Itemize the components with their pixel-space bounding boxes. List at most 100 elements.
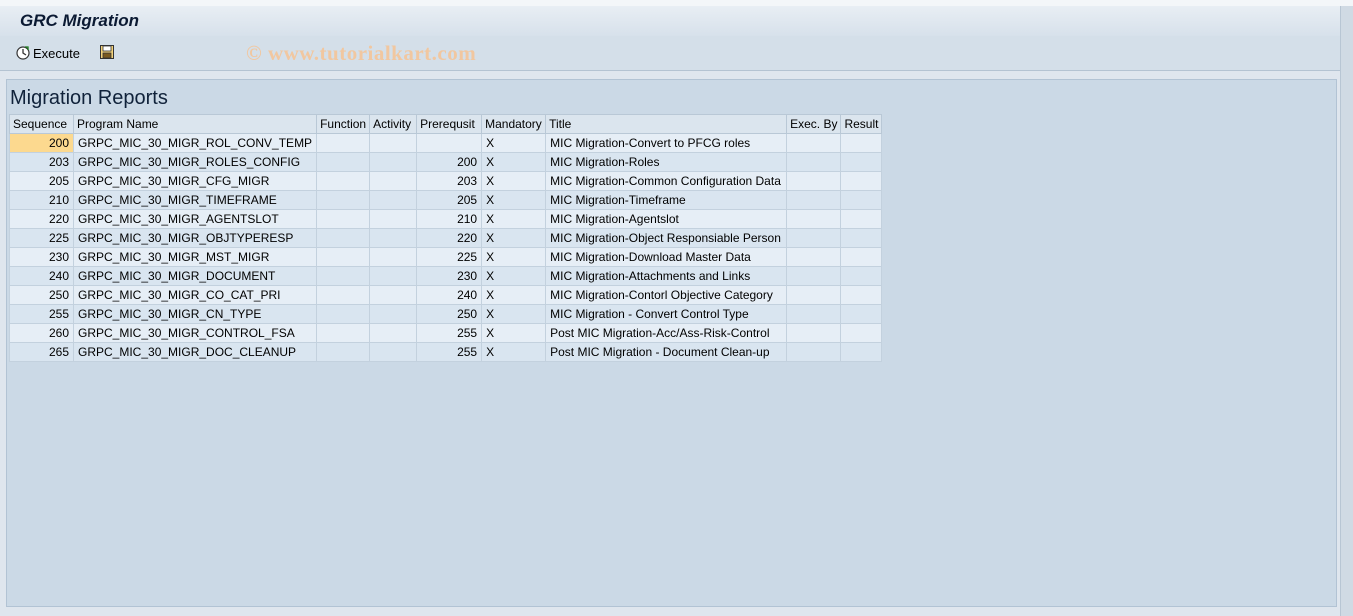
cell-prerequisite[interactable]: 240 [416, 285, 483, 305]
cell-result[interactable] [840, 190, 883, 210]
cell-title[interactable]: MIC Migration-Object Responsiable Person [545, 228, 788, 248]
cell-program-name[interactable]: GRPC_MIC_30_MIGR_CO_CAT_PRI [72, 285, 318, 305]
cell-sequence[interactable]: 260 [9, 323, 74, 343]
vertical-scrollbar[interactable] [1340, 6, 1353, 616]
cell-activity[interactable] [369, 323, 418, 343]
cell-sequence[interactable]: 220 [9, 209, 74, 229]
cell-result[interactable] [840, 152, 883, 172]
cell-mandatory[interactable]: X [481, 133, 547, 153]
cell-title[interactable]: MIC Migration-Download Master Data [545, 247, 788, 267]
cell-exec-by[interactable] [786, 323, 842, 343]
cell-prerequisite[interactable]: 250 [416, 304, 483, 324]
save-as-variant-button[interactable] [99, 44, 115, 60]
cell-sequence[interactable]: 200 [9, 133, 74, 153]
execute-button[interactable]: Execute [16, 44, 80, 62]
cell-activity[interactable] [369, 133, 418, 153]
cell-exec-by[interactable] [786, 228, 842, 248]
cell-exec-by[interactable] [786, 285, 842, 305]
table-row[interactable]: 225 GRPC_MIC_30_MIGR_OBJTYPERESP 220 X MIC M… [9, 228, 883, 248]
cell-function[interactable] [316, 304, 371, 324]
table-row[interactable]: 265 GRPC_MIC_30_MIGR_DOC_CLEANUP 255 X Post … [9, 342, 883, 362]
cell-result[interactable] [840, 323, 883, 343]
table-row[interactable]: 230 GRPC_MIC_30_MIGR_MST_MIGR 225 X MIC Migr… [9, 247, 883, 267]
cell-exec-by[interactable] [786, 190, 842, 210]
column-header-mandatory[interactable]: Mandatory [481, 114, 547, 134]
cell-exec-by[interactable] [786, 304, 842, 324]
cell-program-name[interactable]: GRPC_MIC_30_MIGR_TIMEFRAME [72, 190, 318, 210]
cell-result[interactable] [840, 342, 883, 362]
table-row[interactable]: 205 GRPC_MIC_30_MIGR_CFG_MIGR 203 X MIC Migr… [9, 171, 883, 191]
column-header-exec-by[interactable]: Exec. By [786, 114, 842, 134]
cell-result[interactable] [840, 228, 883, 248]
cell-sequence[interactable]: 255 [9, 304, 74, 324]
cell-activity[interactable] [369, 304, 418, 324]
cell-activity[interactable] [369, 266, 418, 286]
cell-prerequisite[interactable]: 200 [416, 152, 483, 172]
cell-program-name[interactable]: GRPC_MIC_30_MIGR_ROLES_CONFIG [72, 152, 318, 172]
cell-prerequisite[interactable] [416, 133, 483, 153]
table-row[interactable]: 240 GRPC_MIC_30_MIGR_DOCUMENT 230 X MIC Migr… [9, 266, 883, 286]
cell-program-name[interactable]: GRPC_MIC_30_MIGR_AGENTSLOT [72, 209, 318, 229]
cell-exec-by[interactable] [786, 152, 842, 172]
cell-function[interactable] [316, 342, 371, 362]
cell-sequence[interactable]: 203 [9, 152, 74, 172]
column-header-title[interactable]: Title [545, 114, 788, 134]
cell-title[interactable]: Post MIC Migration - Document Clean-up [545, 342, 788, 362]
cell-mandatory[interactable]: X [481, 228, 547, 248]
table-row[interactable]: 260 GRPC_MIC_30_MIGR_CONTROL_FSA 255 X Post … [9, 323, 883, 343]
cell-sequence[interactable]: 205 [9, 171, 74, 191]
column-header-program-name[interactable]: Program Name [72, 114, 318, 134]
cell-prerequisite[interactable]: 225 [416, 247, 483, 267]
cell-activity[interactable] [369, 152, 418, 172]
cell-activity[interactable] [369, 342, 418, 362]
cell-result[interactable] [840, 133, 883, 153]
cell-exec-by[interactable] [786, 342, 842, 362]
table-row[interactable]: 203 GRPC_MIC_30_MIGR_ROLES_CONFIG 200 X MIC … [9, 152, 883, 172]
cell-function[interactable] [316, 228, 371, 248]
cell-exec-by[interactable] [786, 209, 842, 229]
cell-function[interactable] [316, 171, 371, 191]
cell-program-name[interactable]: GRPC_MIC_30_MIGR_OBJTYPERESP [72, 228, 318, 248]
table-row[interactable]: 200 GRPC_MIC_30_MIGR_ROL_CONV_TEMP X MIC Mi… [9, 133, 883, 153]
cell-mandatory[interactable]: X [481, 342, 547, 362]
cell-prerequisite[interactable]: 205 [416, 190, 483, 210]
cell-activity[interactable] [369, 247, 418, 267]
cell-exec-by[interactable] [786, 171, 842, 191]
cell-activity[interactable] [369, 171, 418, 191]
cell-activity[interactable] [369, 228, 418, 248]
cell-function[interactable] [316, 323, 371, 343]
column-header-sequence[interactable]: Sequence [9, 114, 74, 134]
cell-mandatory[interactable]: X [481, 152, 547, 172]
cell-sequence[interactable]: 265 [9, 342, 74, 362]
cell-title[interactable]: MIC Migration-Convert to PFCG roles [545, 133, 788, 153]
cell-title[interactable]: MIC Migration-Timeframe [545, 190, 788, 210]
cell-function[interactable] [316, 285, 371, 305]
cell-prerequisite[interactable]: 255 [416, 323, 483, 343]
cell-exec-by[interactable] [786, 133, 842, 153]
cell-mandatory[interactable]: X [481, 190, 547, 210]
cell-title[interactable]: MIC Migration-Agentslot [545, 209, 788, 229]
cell-program-name[interactable]: GRPC_MIC_30_MIGR_CONTROL_FSA [72, 323, 318, 343]
cell-prerequisite[interactable]: 230 [416, 266, 483, 286]
cell-prerequisite[interactable]: 220 [416, 228, 483, 248]
cell-activity[interactable] [369, 285, 418, 305]
cell-mandatory[interactable]: X [481, 209, 547, 229]
table-row[interactable]: 255 GRPC_MIC_30_MIGR_CN_TYPE 250 X MIC Migra… [9, 304, 883, 324]
cell-sequence[interactable]: 230 [9, 247, 74, 267]
cell-exec-by[interactable] [786, 247, 842, 267]
cell-program-name[interactable]: GRPC_MIC_30_MIGR_ROL_CONV_TEMP [72, 133, 318, 153]
cell-title[interactable]: MIC Migration-Common Configuration Data [545, 171, 788, 191]
cell-activity[interactable] [369, 209, 418, 229]
cell-title[interactable]: Post MIC Migration-Acc/Ass-Risk-Control [545, 323, 788, 343]
table-row[interactable]: 250 GRPC_MIC_30_MIGR_CO_CAT_PRI 240 X MIC Mi… [9, 285, 883, 305]
cell-result[interactable] [840, 209, 883, 229]
cell-prerequisite[interactable]: 210 [416, 209, 483, 229]
cell-program-name[interactable]: GRPC_MIC_30_MIGR_CN_TYPE [72, 304, 318, 324]
cell-prerequisite[interactable]: 203 [416, 171, 483, 191]
column-header-result[interactable]: Result [840, 114, 883, 134]
cell-sequence[interactable]: 225 [9, 228, 74, 248]
cell-title[interactable]: MIC Migration-Contorl Objective Category [545, 285, 788, 305]
cell-function[interactable] [316, 209, 371, 229]
cell-mandatory[interactable]: X [481, 323, 547, 343]
cell-result[interactable] [840, 171, 883, 191]
